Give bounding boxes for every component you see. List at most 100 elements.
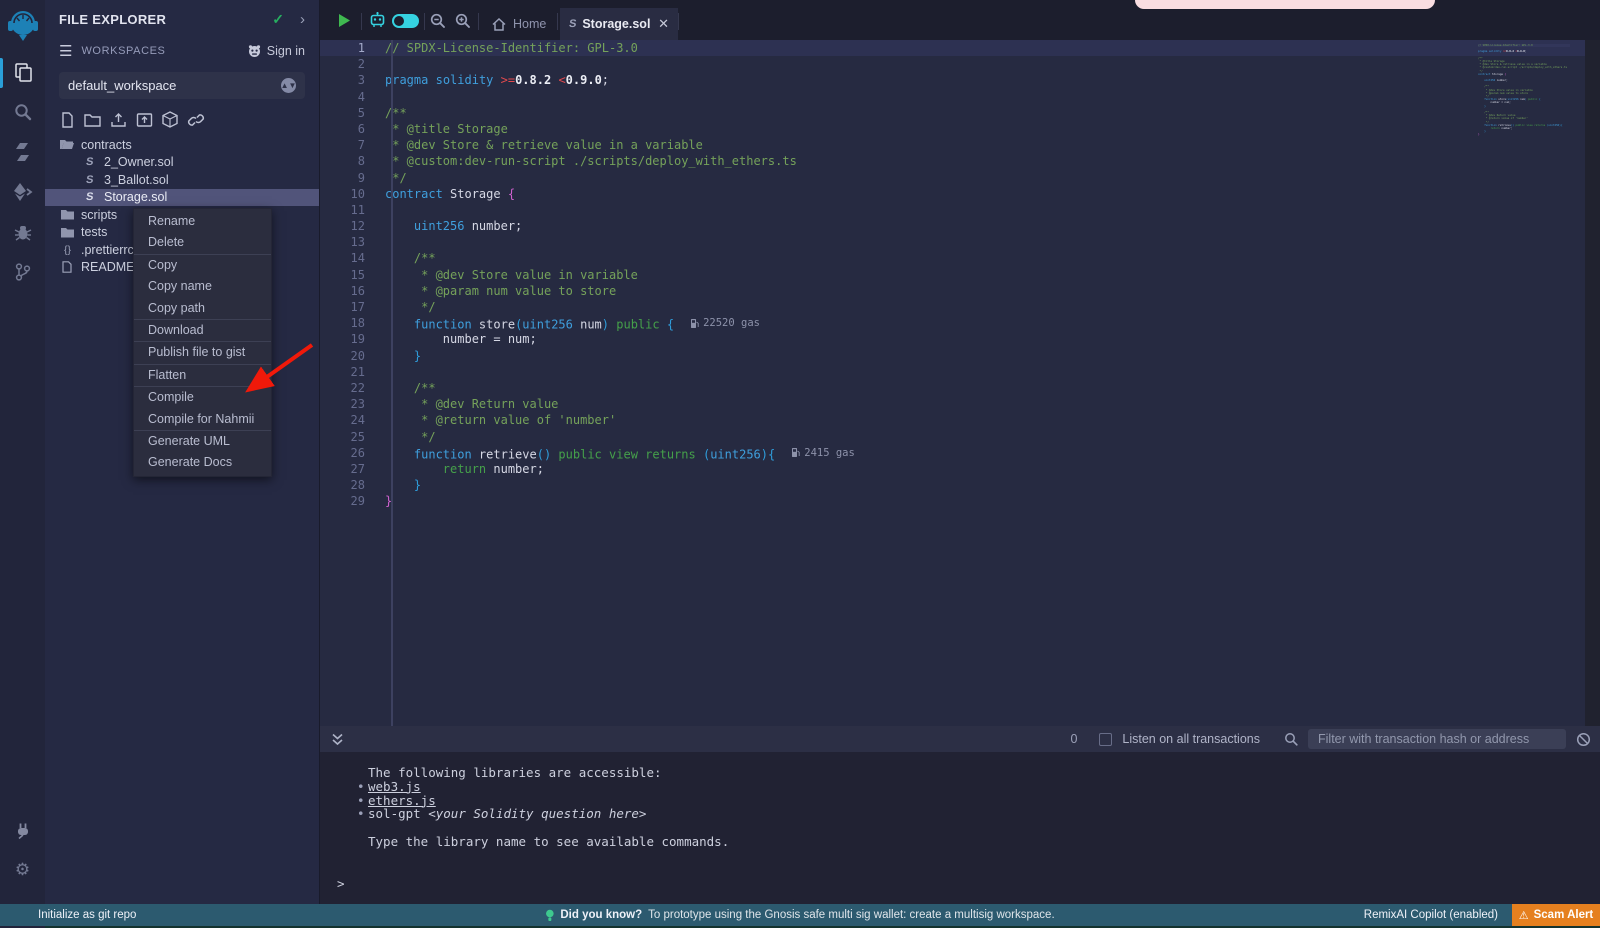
menu-item-flatten[interactable]: Flatten (134, 365, 271, 386)
terminal-prompt[interactable]: > (320, 877, 1600, 891)
code-editor[interactable]: 1// SPDX-License-Identifier: GPL-3.023pr… (320, 40, 1600, 726)
menu-item-download[interactable]: Download (134, 320, 271, 341)
code-line-13[interactable]: 13 (320, 234, 1600, 250)
code-line-21[interactable]: 21 (320, 364, 1600, 380)
sign-in-button[interactable]: Sign in (247, 44, 305, 58)
code-line-23[interactable]: 23 * @dev Return value (320, 396, 1600, 412)
tree-item-3-ballot-sol[interactable]: S3_Ballot.sol (45, 171, 319, 189)
line-number[interactable]: 2 (320, 56, 378, 72)
line-number[interactable]: 1 (320, 40, 378, 56)
code-line-9[interactable]: 9 */ (320, 170, 1600, 186)
line-number[interactable]: 25 (320, 429, 378, 445)
code-line-12[interactable]: 12 uint256 number; (320, 218, 1600, 234)
line-number[interactable]: 19 (320, 331, 378, 347)
menu-item-delete[interactable]: Delete (134, 232, 271, 253)
code-line-3[interactable]: 3pragma solidity >=0.8.2 <0.9.0; (320, 72, 1600, 88)
code-line-18[interactable]: 18 function store(uint256 num) public {2… (320, 315, 1600, 331)
code-line-25[interactable]: 25 */ (320, 429, 1600, 445)
workspace-caret-icon[interactable]: ▲▼ (281, 78, 296, 93)
sidebar-item-debugger[interactable] (0, 212, 45, 252)
tab-close-icon[interactable]: ✕ (658, 16, 669, 32)
line-number[interactable]: 18 (320, 315, 378, 331)
code-line-5[interactable]: 5/** (320, 105, 1600, 121)
ai-copilot-button[interactable] (369, 12, 386, 33)
code-line-17[interactable]: 17 */ (320, 299, 1600, 315)
code-line-7[interactable]: 7 * @dev Store & retrieve value in a var… (320, 137, 1600, 153)
line-number[interactable]: 10 (320, 186, 378, 202)
menu-item-copy-path[interactable]: Copy path (134, 298, 271, 319)
line-number[interactable]: 27 (320, 461, 378, 477)
remix-logo[interactable] (0, 0, 45, 52)
line-number[interactable]: 5 (320, 105, 378, 121)
code-line-20[interactable]: 20 } (320, 348, 1600, 364)
line-number[interactable]: 17 (320, 299, 378, 315)
line-number[interactable]: 15 (320, 267, 378, 283)
zoom-in-button[interactable] (455, 13, 471, 34)
link-button[interactable] (187, 113, 205, 127)
menu-item-publish-file-to-gist[interactable]: Publish file to gist (134, 342, 271, 363)
tab-home[interactable]: Home (482, 8, 556, 40)
line-number[interactable]: 12 (320, 218, 378, 234)
code-line-28[interactable]: 28 } (320, 477, 1600, 493)
menu-item-compile[interactable]: Compile (134, 387, 271, 408)
line-number[interactable]: 11 (320, 202, 378, 218)
sidebar-item-solidity-compiler[interactable] (0, 132, 45, 172)
hamburger-menu-icon[interactable]: ☰ (59, 42, 72, 60)
listen-transactions-checkbox[interactable] (1099, 733, 1112, 746)
menu-item-copy-name[interactable]: Copy name (134, 276, 271, 297)
terminal-collapse-button[interactable] (331, 733, 344, 746)
tree-item-contracts[interactable]: contracts (45, 136, 319, 154)
transaction-filter-input[interactable] (1308, 729, 1566, 749)
terminal-output[interactable]: The following libraries are accessible: … (320, 752, 1600, 904)
zoom-out-button[interactable] (430, 13, 446, 34)
line-number[interactable]: 22 (320, 380, 378, 396)
sidebar-item-plugin-manager[interactable] (0, 810, 45, 850)
line-number[interactable]: 9 (320, 170, 378, 186)
line-number[interactable]: 16 (320, 283, 378, 299)
tree-item-2-owner-sol[interactable]: S2_Owner.sol (45, 154, 319, 172)
line-number[interactable]: 26 (320, 445, 378, 461)
terminal-search-icon[interactable] (1284, 732, 1298, 746)
chevron-right-icon[interactable]: › (300, 11, 305, 28)
new-folder-button[interactable] (84, 112, 101, 127)
code-line-19[interactable]: 19 number = num; (320, 331, 1600, 347)
menu-item-copy[interactable]: Copy (134, 255, 271, 276)
code-line-15[interactable]: 15 * @dev Store value in variable (320, 267, 1600, 283)
upload-file-button[interactable] (110, 112, 127, 128)
line-number[interactable]: 29 (320, 493, 378, 509)
sidebar-item-deploy-and-run[interactable] (0, 172, 45, 212)
code-line-11[interactable]: 11 (320, 202, 1600, 218)
upload-folder-button[interactable] (136, 112, 153, 128)
line-number[interactable]: 28 (320, 477, 378, 493)
line-number[interactable]: 14 (320, 250, 378, 266)
sidebar-item-git[interactable] (0, 252, 45, 292)
copilot-toggle[interactable] (392, 14, 419, 28)
line-number[interactable]: 3 (320, 72, 378, 88)
line-number[interactable]: 23 (320, 396, 378, 412)
run-script-button[interactable] (337, 13, 352, 33)
line-number[interactable]: 8 (320, 153, 378, 169)
code-line-6[interactable]: 6 * @title Storage (320, 121, 1600, 137)
menu-item-rename[interactable]: Rename (134, 211, 271, 232)
code-line-16[interactable]: 16 * @param num value to store (320, 283, 1600, 299)
clear-terminal-icon[interactable] (1576, 732, 1591, 747)
tree-item-storage-sol[interactable]: SStorage.sol (45, 189, 319, 207)
line-number[interactable]: 7 (320, 137, 378, 153)
sidebar-item-settings[interactable]: ⚙ (0, 850, 45, 890)
library-link-ethers-js[interactable]: ethers.js (368, 793, 436, 808)
code-line-1[interactable]: 1// SPDX-License-Identifier: GPL-3.0 (320, 40, 1600, 56)
code-line-24[interactable]: 24 * @return value of 'number' (320, 412, 1600, 428)
code-line-2[interactable]: 2 (320, 56, 1600, 72)
copilot-status[interactable]: RemixAI Copilot (enabled) (1364, 909, 1498, 921)
code-line-29[interactable]: 29} (320, 493, 1600, 509)
line-number[interactable]: 24 (320, 412, 378, 428)
line-number[interactable]: 6 (320, 121, 378, 137)
line-number[interactable]: 21 (320, 364, 378, 380)
git-init-button[interactable]: Initialize as git repo (0, 909, 136, 921)
line-number[interactable]: 13 (320, 234, 378, 250)
new-file-button[interactable] (60, 112, 75, 128)
code-line-10[interactable]: 10contract Storage { (320, 186, 1600, 202)
code-line-14[interactable]: 14 /** (320, 250, 1600, 266)
code-line-4[interactable]: 4 (320, 89, 1600, 105)
code-line-26[interactable]: 26 function retrieve() public view retur… (320, 445, 1600, 461)
